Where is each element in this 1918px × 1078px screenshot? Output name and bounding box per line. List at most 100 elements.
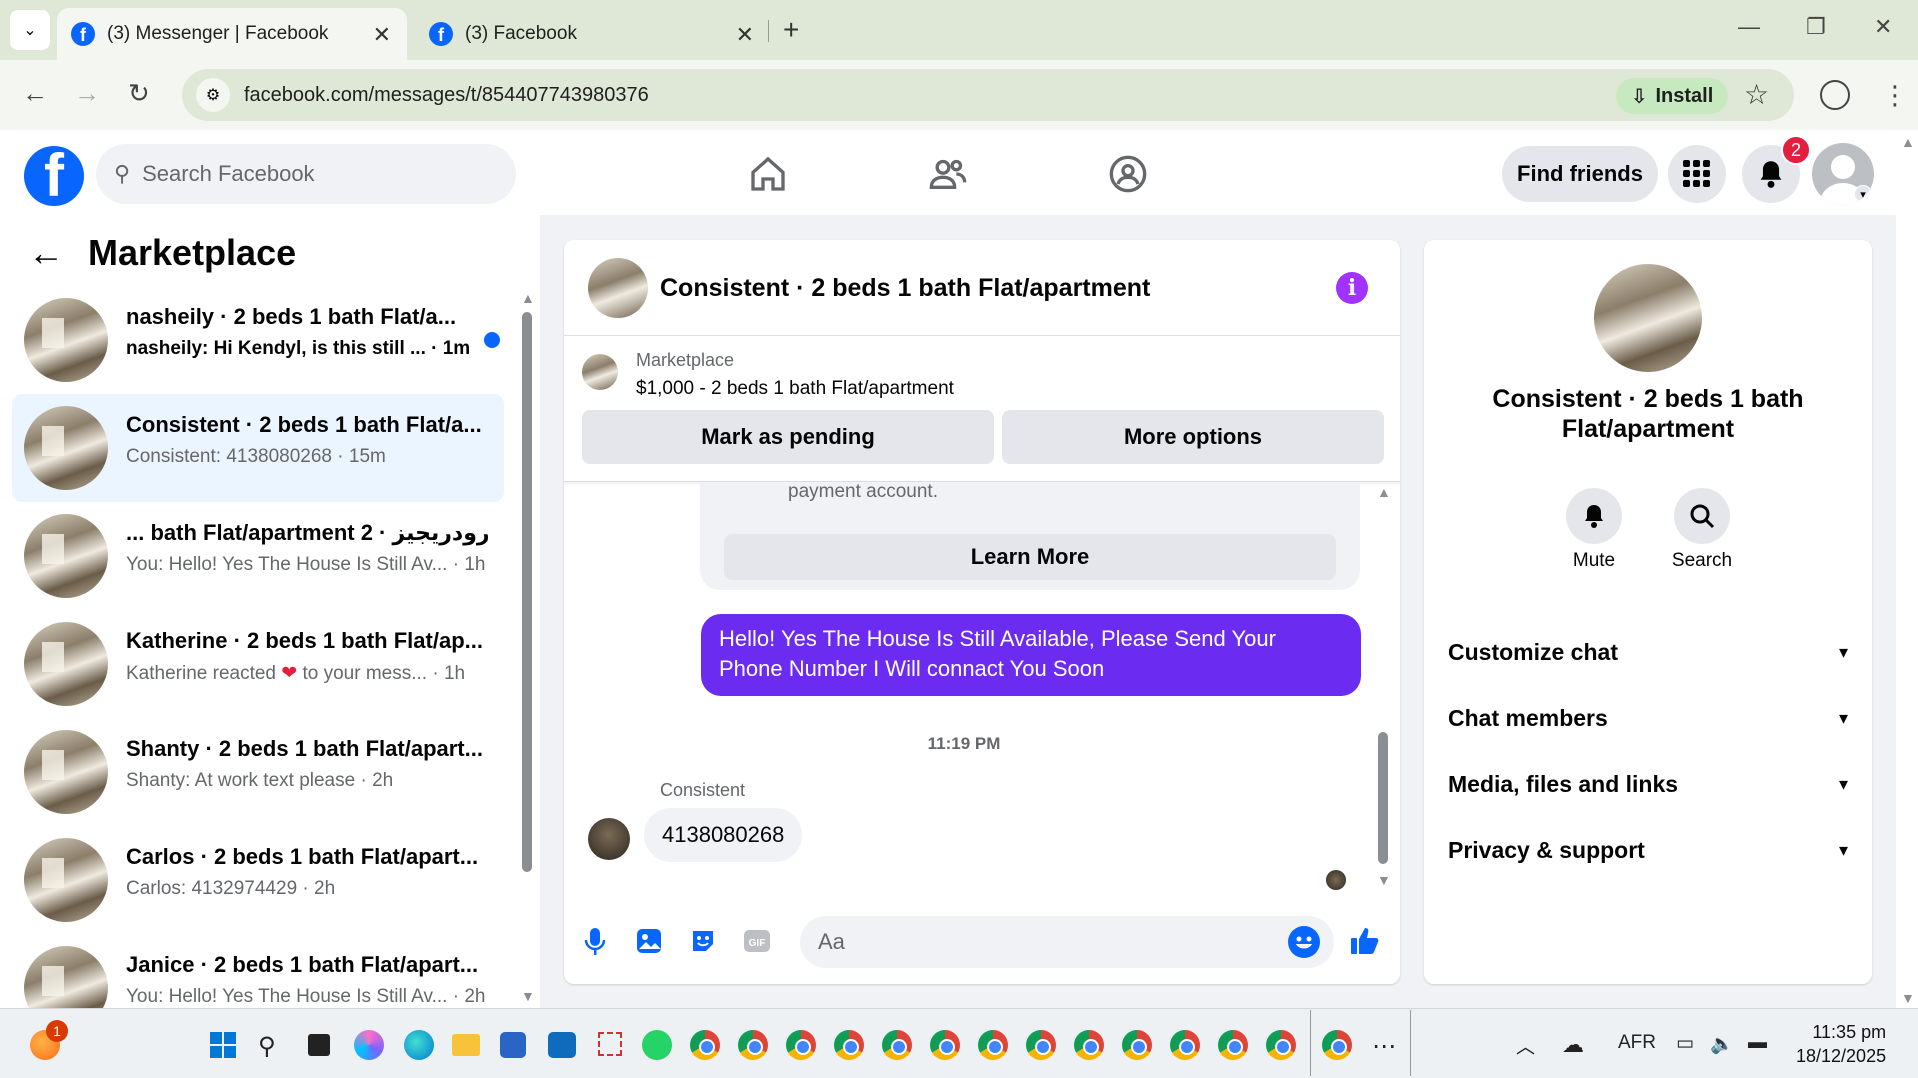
chevron-up-icon[interactable]: ︿: [1516, 1032, 1535, 1059]
facebook-logo-icon[interactable]: f: [24, 146, 84, 206]
reload-icon[interactable]: ↻: [128, 78, 150, 109]
chrome-icon[interactable]: [1122, 1030, 1152, 1060]
chrome-icon[interactable]: [1074, 1030, 1104, 1060]
conversation-item[interactable]: ... bath Flat/apartment 2 · رودريجيز You…: [12, 502, 504, 610]
friends-icon[interactable]: [924, 150, 972, 198]
chrome-icon[interactable]: [834, 1030, 864, 1060]
conversation-item[interactable]: Carlos · 2 beds 1 bath Flat/apart... Car…: [12, 826, 504, 934]
menu-grid-icon[interactable]: [1668, 145, 1726, 203]
more-apps-icon[interactable]: ⋯: [1372, 1032, 1396, 1061]
chrome-icon[interactable]: [930, 1030, 960, 1060]
scroll-down-arrow-icon[interactable]: ▼: [521, 988, 535, 1004]
chrome-icon[interactable]: [882, 1030, 912, 1060]
copilot-icon[interactable]: [354, 1030, 384, 1060]
scroll-up-arrow-icon[interactable]: ▲: [521, 290, 535, 306]
scroll-up-arrow-icon[interactable]: ▲: [1377, 484, 1391, 500]
chrome-icon[interactable]: [786, 1030, 816, 1060]
chrome-icon[interactable]: [1322, 1030, 1352, 1060]
back-arrow-icon[interactable]: ←: [28, 232, 64, 274]
taskbar-search-icon[interactable]: ⚲: [258, 1032, 276, 1061]
chrome-icon[interactable]: [1266, 1030, 1296, 1060]
address-bar[interactable]: ⚙ facebook.com/messages/t/85440774398037…: [182, 69, 1794, 121]
windows-start-icon[interactable]: [210, 1032, 236, 1058]
list-scrollbar[interactable]: [522, 312, 532, 872]
close-tab-icon[interactable]: ✕: [736, 22, 754, 48]
conversation-item[interactable]: Shanty · 2 beds 1 bath Flat/apart... Sha…: [12, 718, 504, 826]
page-scroll-down-icon[interactable]: ▼: [1901, 990, 1915, 1006]
chat-title[interactable]: Consistent · 2 beds 1 bath Flat/apartmen…: [660, 274, 1150, 303]
more-options-button[interactable]: More options: [1002, 410, 1384, 464]
media-files-links-section[interactable]: Media, files and links ▾: [1448, 764, 1848, 804]
volume-icon[interactable]: 🔈: [1710, 1032, 1734, 1056]
mark-as-pending-button[interactable]: Mark as pending: [582, 410, 994, 464]
chrome-icon[interactable]: [690, 1030, 720, 1060]
chrome-icon[interactable]: [1170, 1030, 1200, 1060]
conversation-item[interactable]: Katherine · 2 beds 1 bath Flat/ap... Kat…: [12, 610, 504, 718]
profile-icon[interactable]: [1820, 80, 1850, 110]
restore-icon[interactable]: ❐: [1806, 14, 1826, 40]
mute-bell-icon[interactable]: [1566, 488, 1622, 544]
task-view-icon[interactable]: [308, 1034, 330, 1056]
forward-icon[interactable]: →: [74, 78, 100, 109]
sticker-icon[interactable]: [686, 924, 720, 958]
store-icon[interactable]: [500, 1032, 526, 1058]
back-icon[interactable]: ←: [22, 78, 48, 109]
learn-more-button[interactable]: Learn More: [724, 534, 1336, 580]
chrome-icon[interactable]: [1218, 1030, 1248, 1060]
site-settings-icon[interactable]: ⚙: [196, 78, 230, 112]
language-indicator[interactable]: AFR: [1618, 1032, 1656, 1054]
close-tab-icon[interactable]: ✕: [373, 22, 391, 48]
outgoing-message[interactable]: Hello! Yes The House Is Still Available,…: [701, 614, 1361, 696]
message-input[interactable]: Aa: [800, 916, 1334, 968]
tab-messenger[interactable]: f (3) Messenger | Facebook ✕: [57, 8, 407, 60]
info-icon[interactable]: i: [1336, 272, 1368, 304]
system-clock[interactable]: 11:35 pm 18/12/2025: [1796, 1020, 1886, 1068]
home-icon[interactable]: [744, 150, 792, 198]
snipping-tool-icon[interactable]: [598, 1032, 622, 1056]
privacy-support-section[interactable]: Privacy & support ▾: [1448, 830, 1848, 870]
onedrive-cloud-icon[interactable]: ☁: [1562, 1032, 1584, 1058]
minimize-icon[interactable]: —: [1738, 14, 1760, 40]
customize-chat-section[interactable]: Customize chat ▾: [1448, 632, 1848, 672]
whatsapp-icon[interactable]: [642, 1030, 672, 1060]
bookmark-star-icon[interactable]: ☆: [1744, 78, 1769, 111]
conversation-item[interactable]: nasheily · 2 beds 1 bath Flat/a... nashe…: [12, 286, 504, 394]
close-window-icon[interactable]: ✕: [1874, 14, 1892, 40]
tab-search-button[interactable]: ⌄: [10, 10, 50, 50]
chat-profile-avatar[interactable]: [1594, 264, 1702, 372]
network-icon[interactable]: ▭: [1676, 1032, 1694, 1055]
file-explorer-icon[interactable]: [452, 1034, 480, 1056]
facebook-search-input[interactable]: ⚲ Search Facebook: [96, 144, 516, 204]
outlook-icon[interactable]: [548, 1032, 576, 1058]
gif-icon[interactable]: GIF: [740, 924, 774, 958]
account-avatar[interactable]: ▾: [1812, 143, 1874, 205]
chat-scrollbar[interactable]: [1378, 732, 1388, 864]
scroll-down-arrow-icon[interactable]: ▼: [1377, 872, 1391, 888]
page-scrollbar[interactable]: [1896, 130, 1918, 1008]
search-icon[interactable]: [1674, 488, 1730, 544]
find-friends-button[interactable]: Find friends: [1502, 146, 1658, 202]
new-tab-icon[interactable]: +: [783, 14, 799, 46]
microphone-icon[interactable]: [578, 924, 612, 958]
install-button[interactable]: ⇩ Install: [1616, 78, 1728, 114]
listing-thumbnail[interactable]: [582, 354, 618, 390]
menu-kebab-icon[interactable]: ⋮: [1882, 80, 1908, 111]
incoming-message[interactable]: 4138080268: [644, 808, 803, 862]
chat-avatar[interactable]: [588, 258, 648, 318]
tab-facebook[interactable]: f (3) Facebook ✕: [415, 8, 770, 60]
sender-avatar[interactable]: [588, 818, 630, 860]
battery-icon[interactable]: ▬: [1748, 1032, 1767, 1054]
conversation-item-selected[interactable]: Consistent · 2 beds 1 bath Flat/a... Con…: [12, 394, 504, 502]
listing-price[interactable]: $1,000 - 2 beds 1 bath Flat/apartment: [636, 378, 954, 400]
chat-members-section[interactable]: Chat members ▾: [1448, 698, 1848, 738]
emoji-icon[interactable]: [1288, 926, 1320, 958]
edge-icon[interactable]: [404, 1030, 434, 1060]
chrome-icon[interactable]: [1026, 1030, 1056, 1060]
conversation-item[interactable]: Janice · 2 beds 1 bath Flat/apart... You…: [12, 934, 504, 1008]
chrome-icon[interactable]: [738, 1030, 768, 1060]
page-scroll-up-icon[interactable]: ▲: [1901, 134, 1915, 150]
chrome-icon[interactable]: [978, 1030, 1008, 1060]
groups-icon[interactable]: [1104, 150, 1152, 198]
photo-icon[interactable]: [632, 924, 666, 958]
thumbs-up-icon[interactable]: [1348, 924, 1382, 958]
